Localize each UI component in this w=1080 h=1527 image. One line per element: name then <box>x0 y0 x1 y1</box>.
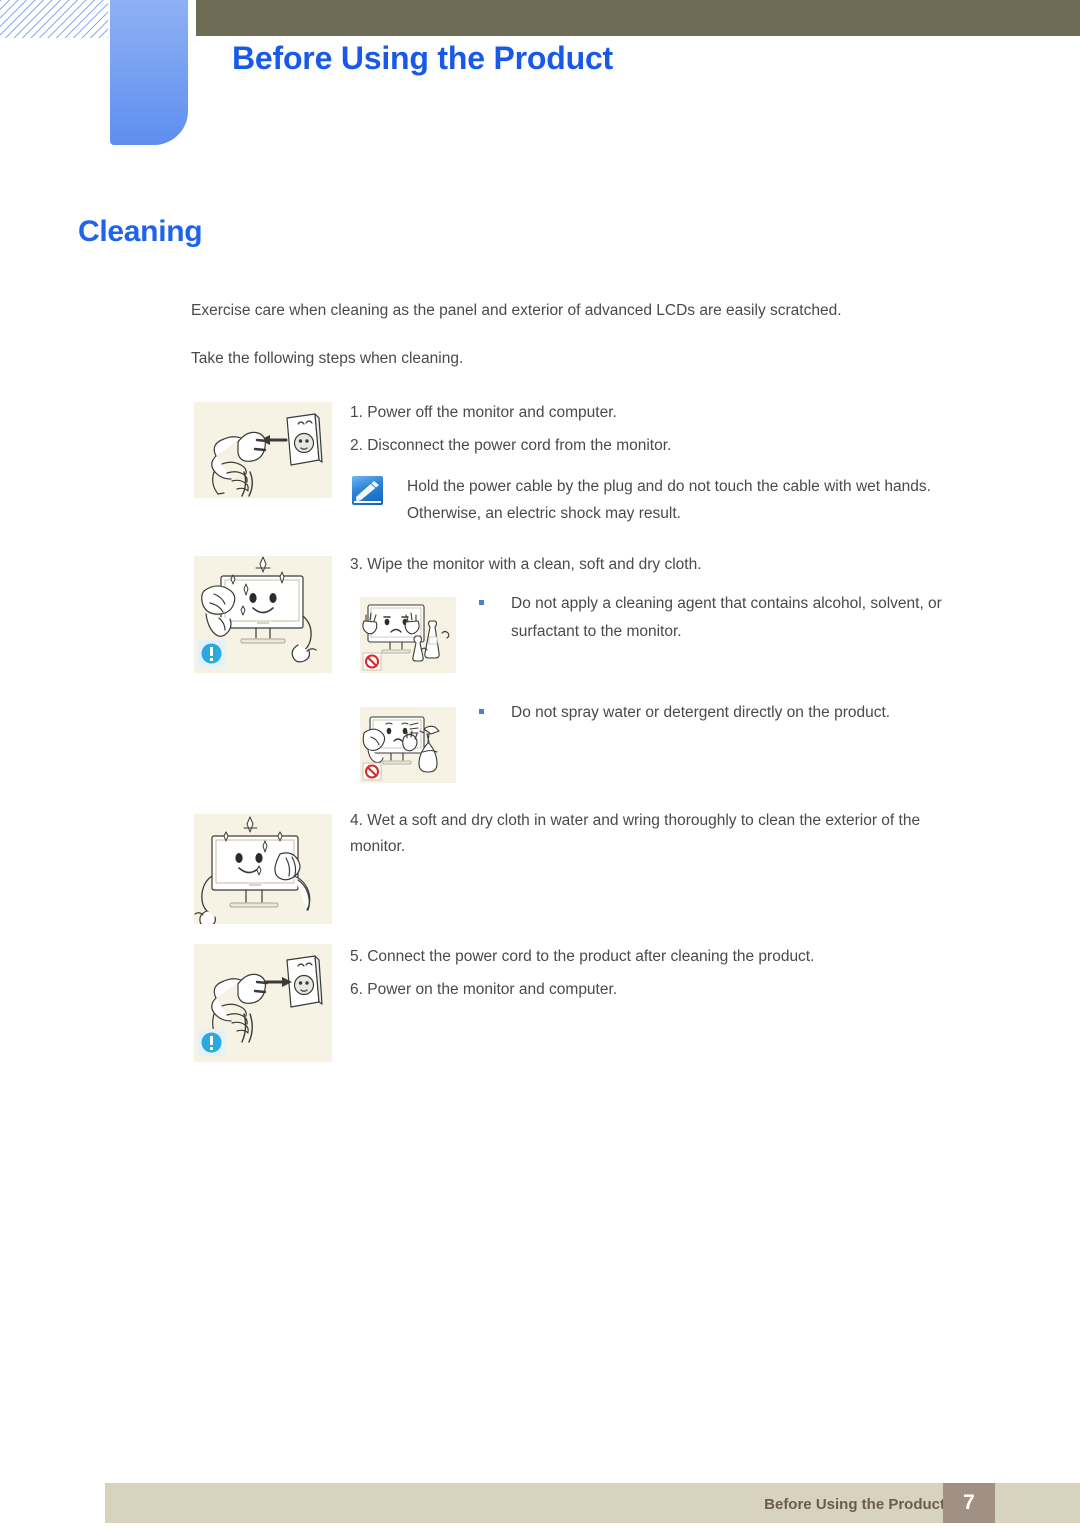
step-6-text: 6. Power on the monitor and computer. <box>350 981 618 998</box>
page-number: 7 <box>963 1491 975 1514</box>
footer-chapter-label: Before Using the Product <box>764 1496 945 1513</box>
no-spray-water-illustration <box>360 707 456 783</box>
bullet-item-2: Do not spray water or detergent directly… <box>479 699 979 727</box>
bullet-1-text: Do not apply a cleaning agent that conta… <box>511 595 942 640</box>
note-pencil-icon <box>352 476 383 505</box>
footer-page-box: 7 <box>943 1483 995 1523</box>
chapter-tab <box>110 0 188 145</box>
wet-cloth-clean-exterior-illustration <box>194 814 332 924</box>
step-3-text: 3. Wipe the monitor with a clean, soft a… <box>350 556 702 573</box>
bullet-item-1: Do not apply a cleaning agent that conta… <box>479 590 979 646</box>
plug-in-power-cord-illustration <box>194 944 332 1062</box>
step-4-text: 4. Wet a soft and dry cloth in water and… <box>350 812 921 855</box>
step-5-text: 5. Connect the power cord to the product… <box>350 948 815 965</box>
no-cleaning-chemicals-illustration <box>360 597 456 673</box>
section-heading: Cleaning <box>78 215 203 248</box>
bullet-marker-icon <box>479 709 484 714</box>
intro-paragraph-1: Exercise care when cleaning as the panel… <box>191 302 842 319</box>
chapter-title: Before Using the Product <box>232 40 614 76</box>
wipe-monitor-with-cloth-illustration <box>194 556 332 673</box>
step-2-text: 2. Disconnect the power cord from the mo… <box>350 437 672 454</box>
note-text: Hold the power cable by the plug and do … <box>407 478 931 522</box>
intro-paragraph-2: Take the following steps when cleaning. <box>191 350 464 367</box>
note-callout: Hold the power cable by the plug and do … <box>352 473 952 527</box>
step-1-text: 1. Power off the monitor and computer. <box>350 404 617 421</box>
header-olive-bar <box>196 0 1080 36</box>
bullet-marker-icon <box>479 600 484 605</box>
bullet-2-text: Do not spray water or detergent directly… <box>511 704 891 721</box>
header-hatch-pattern <box>0 0 108 38</box>
unplug-power-cord-illustration <box>194 402 332 498</box>
